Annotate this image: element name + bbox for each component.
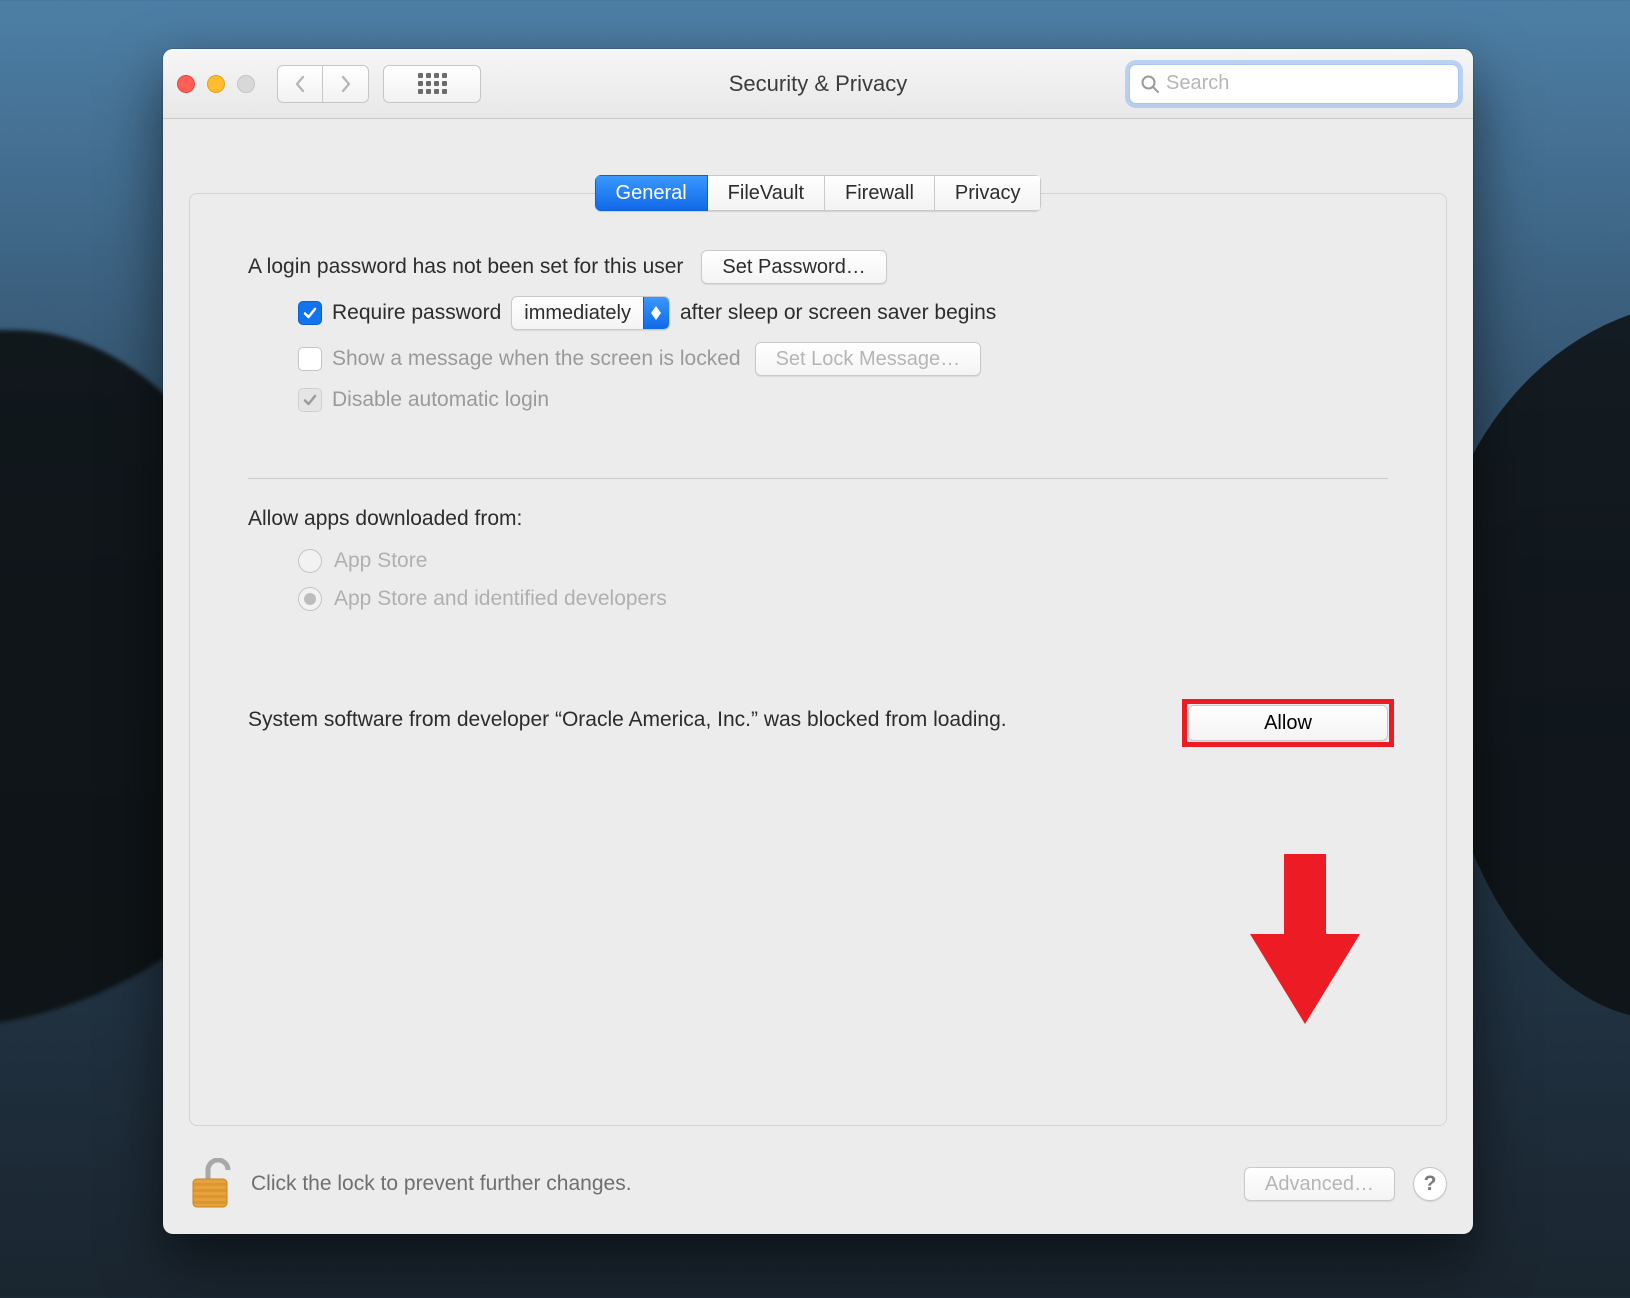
allow-apps-appstore-row: App Store: [248, 549, 1388, 573]
help-button[interactable]: ?: [1413, 1167, 1447, 1201]
checkmark-icon: [302, 392, 318, 408]
require-password-delay-select[interactable]: immediately: [511, 296, 670, 330]
search-icon: [1140, 74, 1160, 94]
allow-apps-identified-row: App Store and identified developers: [248, 587, 1388, 611]
disable-auto-login-checkbox: [298, 388, 322, 412]
nav-forward-button[interactable]: [323, 65, 369, 103]
checkmark-icon: [302, 305, 318, 321]
search-input[interactable]: [1166, 65, 1448, 103]
allow-apps-appstore-radio: [298, 549, 322, 573]
divider: [248, 478, 1388, 479]
blocked-software-row: System software from developer “Oracle A…: [248, 705, 1388, 741]
set-lock-message-button: Set Lock Message…: [755, 342, 982, 376]
content-area: General FileVault Firewall Privacy A log…: [163, 119, 1473, 1144]
advanced-button[interactable]: Advanced…: [1244, 1167, 1395, 1201]
titlebar: Security & Privacy: [163, 49, 1473, 119]
show-message-checkbox[interactable]: [298, 347, 322, 371]
set-password-button[interactable]: Set Password…: [701, 250, 886, 284]
maximize-window-button: [237, 75, 255, 93]
footer: Click the lock to prevent further change…: [163, 1144, 1473, 1234]
allow-button-wrap: Allow: [1188, 705, 1388, 741]
minimize-window-button[interactable]: [207, 75, 225, 93]
preferences-window: Security & Privacy General FileVault Fir…: [163, 49, 1473, 1234]
allow-button[interactable]: Allow: [1188, 705, 1388, 741]
chevron-right-icon: [340, 75, 352, 93]
login-password-row: A login password has not been set for th…: [248, 250, 1388, 284]
allow-apps-heading: Allow apps downloaded from:: [248, 507, 1388, 531]
tab-firewall[interactable]: Firewall: [825, 175, 935, 211]
grid-icon: [418, 73, 447, 94]
nav-back-forward: [277, 65, 369, 103]
blocked-software-message: System software from developer “Oracle A…: [248, 705, 1007, 734]
lock-hint-label: Click the lock to prevent further change…: [251, 1172, 632, 1196]
nav-back-button[interactable]: [277, 65, 323, 103]
allow-apps-identified-radio: [298, 587, 322, 611]
general-panel: A login password has not been set for th…: [189, 193, 1447, 1126]
disable-auto-login-row: Disable automatic login: [248, 388, 1388, 412]
tab-filevault[interactable]: FileVault: [708, 175, 825, 211]
show-message-label: Show a message when the screen is locked: [332, 347, 741, 371]
allow-apps-appstore-label: App Store: [334, 549, 427, 573]
require-password-label: Require password: [332, 301, 501, 325]
require-password-row: Require password immediately after sleep…: [248, 296, 1388, 330]
tab-privacy[interactable]: Privacy: [935, 175, 1042, 211]
allow-apps-identified-label: App Store and identified developers: [334, 587, 667, 611]
search-field[interactable]: [1129, 64, 1459, 104]
after-sleep-label: after sleep or screen saver begins: [680, 301, 996, 325]
annotation-arrow-icon: [1250, 854, 1360, 1024]
close-window-button[interactable]: [177, 75, 195, 93]
disable-auto-login-label: Disable automatic login: [332, 388, 549, 412]
stepper-icon: [643, 297, 669, 329]
show-all-button[interactable]: [383, 65, 481, 103]
require-password-checkbox[interactable]: [298, 301, 322, 325]
lock-open-icon[interactable]: [189, 1158, 237, 1210]
show-message-row: Show a message when the screen is locked…: [248, 342, 1388, 376]
require-password-delay-value: immediately: [512, 302, 643, 325]
tab-general[interactable]: General: [595, 175, 708, 211]
tab-group: General FileVault Firewall Privacy: [595, 175, 1042, 211]
window-controls: [177, 75, 255, 93]
no-login-password-label: A login password has not been set for th…: [248, 255, 683, 279]
chevron-left-icon: [294, 75, 306, 93]
